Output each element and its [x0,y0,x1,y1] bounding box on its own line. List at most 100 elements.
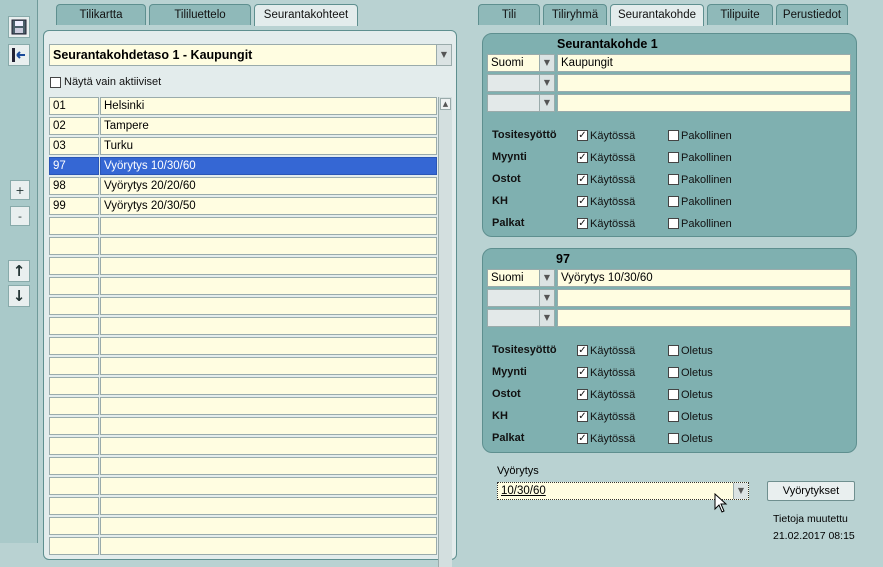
list-item-name[interactable] [100,397,437,415]
translation-input[interactable]: Kaupungit [557,54,851,72]
list-item-code[interactable] [49,437,99,455]
tab-perustiedot[interactable]: Perustiedot [776,4,848,25]
list-item-code[interactable] [49,277,99,295]
list-item-name[interactable] [100,437,437,455]
save-button[interactable] [8,16,30,38]
flag-checkbox[interactable] [668,367,679,378]
list-item-name[interactable]: Turku [100,137,437,155]
enabled-checkbox[interactable]: ✓ [577,411,588,422]
list-item-code[interactable]: 99 [49,197,99,215]
list-item-code[interactable] [49,377,99,395]
enabled-label: Käytössä [590,411,636,423]
remove-row-button[interactable]: - [10,206,30,226]
flag-checkbox[interactable] [668,218,679,229]
list-item-name[interactable] [100,277,437,295]
list-item-name[interactable] [100,537,437,555]
enabled-checkbox[interactable]: ✓ [577,196,588,207]
list-item-code[interactable] [49,497,99,515]
list-item-code[interactable] [49,297,99,315]
list-item-code[interactable] [49,257,99,275]
list-item-name[interactable] [100,357,437,375]
list-item-name[interactable]: Helsinki [100,97,437,115]
allocation-select[interactable]: 10/30/60 ▼ [497,482,749,500]
list-scrollbar[interactable]: ▲ [438,97,452,567]
list-item-code[interactable]: 97 [49,157,99,175]
list-item-name[interactable] [100,317,437,335]
language-select[interactable]: ▼ [487,309,555,327]
enabled-checkbox[interactable]: ✓ [577,367,588,378]
active-only-checkbox[interactable] [50,77,61,88]
flag-checkbox[interactable] [668,345,679,356]
language-select[interactable]: Suomi ▼ [487,269,555,287]
setting-label: Palkat [492,432,525,444]
list-item-name[interactable] [100,497,437,515]
list-item-name[interactable] [100,217,437,235]
list-item-code[interactable] [49,397,99,415]
list-item-code[interactable] [49,477,99,495]
scroll-up-icon[interactable]: ▲ [440,98,451,110]
tab-tili[interactable]: Tili [478,4,540,25]
list-item-name[interactable] [100,337,437,355]
list-item-code[interactable]: 03 [49,137,99,155]
flag-checkbox[interactable] [668,389,679,400]
list-item-name[interactable]: Vyörytys 20/20/60 [100,177,437,195]
translation-input[interactable] [557,94,851,112]
language-select[interactable]: Suomi ▼ [487,54,555,72]
enabled-checkbox[interactable]: ✓ [577,130,588,141]
list-item-code[interactable] [49,337,99,355]
tab-seurantakohde[interactable]: Seurantakohde [610,4,704,26]
list-item-name[interactable]: Vyörytys 10/30/60 [100,157,437,175]
list-item-name[interactable] [100,377,437,395]
language-select[interactable]: ▼ [487,94,555,112]
translation-input[interactable]: Vyörytys 10/30/60 [557,269,851,287]
list-item-code[interactable] [49,357,99,375]
list-item-name[interactable]: Vyörytys 20/30/50 [100,197,437,215]
list-item-code[interactable]: 01 [49,97,99,115]
translation-input[interactable] [557,289,851,307]
allocations-button[interactable]: Vyörytykset [767,481,855,501]
flag-checkbox[interactable] [668,152,679,163]
language-select[interactable]: ▼ [487,74,555,92]
enabled-checkbox[interactable]: ✓ [577,389,588,400]
flag-checkbox[interactable] [668,130,679,141]
list-item-code[interactable] [49,457,99,475]
list-item-name[interactable] [100,297,437,315]
exit-button[interactable] [8,44,30,66]
enabled-checkbox[interactable]: ✓ [577,174,588,185]
add-row-button[interactable]: + [10,180,30,200]
list-item-name[interactable] [100,477,437,495]
translation-input[interactable] [557,74,851,92]
move-down-button[interactable]: ↓ [8,285,30,307]
tab-tilipuite[interactable]: Tilipuite [707,4,773,25]
list-item-name[interactable] [100,457,437,475]
list-item-code[interactable] [49,317,99,335]
list-item-code[interactable] [49,417,99,435]
list-item-code[interactable] [49,237,99,255]
flag-checkbox[interactable] [668,174,679,185]
list-item-name[interactable] [100,517,437,535]
enabled-checkbox[interactable]: ✓ [577,433,588,444]
list-item-code[interactable] [49,217,99,235]
list-item-code[interactable] [49,537,99,555]
list-item-code[interactable] [49,517,99,535]
list-item-code[interactable]: 98 [49,177,99,195]
tab-tiliryhma[interactable]: Tiliryhmä [543,4,607,25]
language-select[interactable]: ▼ [487,289,555,307]
flag-checkbox[interactable] [668,433,679,444]
list-item-name[interactable] [100,237,437,255]
translation-input[interactable] [557,309,851,327]
list-item-code[interactable]: 02 [49,117,99,135]
flag-checkbox[interactable] [668,196,679,207]
enabled-checkbox[interactable]: ✓ [577,218,588,229]
move-up-button[interactable]: ↑ [8,260,30,282]
list-item-name[interactable]: Tampere [100,117,437,135]
tab-tilikartta[interactable]: Tilikartta [56,4,146,25]
level-select[interactable]: Seurantakohdetaso 1 - Kaupungit ▼ [49,44,452,66]
tab-tililuettelo[interactable]: Tililuettelo [149,4,251,25]
enabled-checkbox[interactable]: ✓ [577,345,588,356]
tab-seurantakohteet[interactable]: Seurantakohteet [254,4,358,26]
list-item-name[interactable] [100,257,437,275]
flag-checkbox[interactable] [668,411,679,422]
list-item-name[interactable] [100,417,437,435]
enabled-checkbox[interactable]: ✓ [577,152,588,163]
